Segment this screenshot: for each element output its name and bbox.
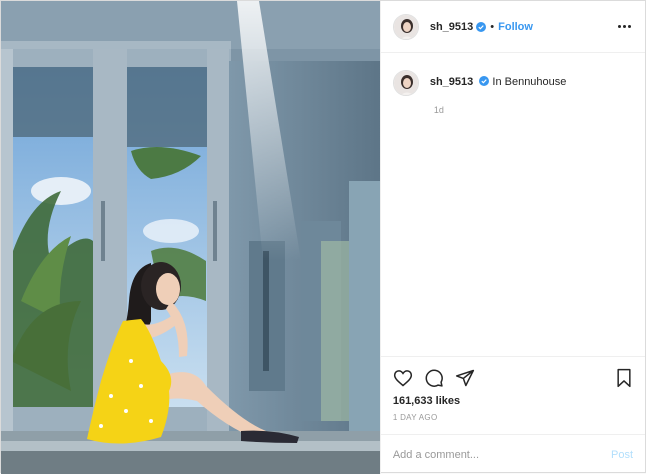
post-timestamp: 1 DAY AGO <box>392 413 438 422</box>
avatar-image <box>393 71 418 95</box>
username[interactable]: sh_9513 <box>430 21 473 33</box>
caption-location: In Bennuhouse <box>492 76 567 88</box>
avatar[interactable] <box>392 13 419 40</box>
verified-badge-icon <box>476 21 487 32</box>
instagram-post: sh_9513 • Follow sh_9513 In Bennuhouse 1… <box>0 0 646 474</box>
post-comment-button[interactable]: Post <box>611 449 633 461</box>
separator-dot: • <box>490 20 495 33</box>
share-icon[interactable] <box>455 368 475 388</box>
comment-input[interactable] <box>392 448 611 461</box>
comments-area: sh_9513 In Bennuhouse 1d <box>381 53 645 356</box>
likes-count[interactable]: 161,633 likes <box>393 395 633 407</box>
heart-icon[interactable] <box>393 368 413 388</box>
caption-username[interactable]: sh_9513 <box>430 76 473 88</box>
caption-text: sh_9513 In Bennuhouse <box>430 70 567 89</box>
post-actions: 161,633 likes 1 DAY AGO <box>380 356 645 422</box>
avatar-image <box>393 14 418 39</box>
follow-button[interactable]: Follow <box>498 21 533 33</box>
post-header: sh_9513 • Follow <box>380 1 645 53</box>
post-sidebar: sh_9513 • Follow sh_9513 In Bennuhouse 1… <box>379 1 645 474</box>
post-photo[interactable] <box>1 1 380 474</box>
verified-badge-icon <box>479 76 490 86</box>
caption-avatar[interactable] <box>392 70 419 96</box>
action-icons <box>393 365 633 391</box>
caption-row: sh_9513 In Bennuhouse <box>392 70 631 96</box>
caption-time: 1d <box>433 105 444 115</box>
more-options-icon[interactable] <box>618 21 631 32</box>
comment-icon[interactable] <box>424 368 444 388</box>
post-image-illustration <box>1 1 380 474</box>
add-comment-bar: Post <box>380 434 645 474</box>
bookmark-icon[interactable] <box>615 368 633 388</box>
